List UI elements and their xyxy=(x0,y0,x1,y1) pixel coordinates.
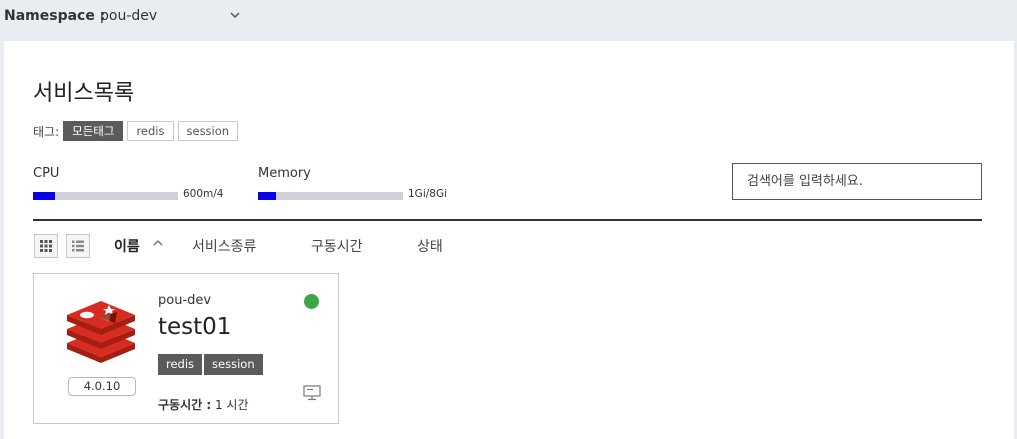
cpu-usage-bar xyxy=(33,192,178,200)
tag-filter-label: 태그: xyxy=(33,124,60,139)
memory-usage: Memory 1Gi/8Gi xyxy=(258,166,447,200)
card-namespace: pou-dev xyxy=(158,293,212,308)
cpu-usage-title: CPU xyxy=(33,166,60,181)
cpu-usage-value: 600m/4 xyxy=(183,188,224,200)
list-view-button[interactable] xyxy=(66,234,90,258)
sort-by-service-type[interactable]: 서비스종류 xyxy=(192,236,256,256)
service-list-panel: 서비스목록 태그: 모든태그 redis session CPU 600m/4 … xyxy=(4,41,1014,439)
memory-usage-value: 1Gi/8Gi xyxy=(408,188,448,200)
card-tag: redis xyxy=(158,354,203,375)
memory-usage-fill xyxy=(258,192,277,200)
grid-icon xyxy=(40,240,52,252)
uptime-label: 구동시간 : xyxy=(158,398,212,412)
tag-filter: 태그: 모든태그 redis session xyxy=(33,120,242,142)
cpu-usage-fill xyxy=(33,192,55,200)
status-indicator xyxy=(304,294,319,309)
list-icon xyxy=(72,240,84,252)
service-card[interactable]: 4.0.10 pou-dev test01 redis session 구동시간… xyxy=(33,273,339,424)
search-input[interactable] xyxy=(732,163,982,200)
memory-usage-title: Memory xyxy=(258,166,311,181)
page-title: 서비스목록 xyxy=(33,81,135,106)
cpu-usage: CPU 600m/4 xyxy=(33,166,224,200)
namespace-value: pou-dev xyxy=(100,8,158,24)
tag-filter-session[interactable]: session xyxy=(177,121,239,141)
card-tags: redis session xyxy=(158,354,265,375)
divider xyxy=(33,219,982,221)
card-uptime: 구동시간 : 1 시간 xyxy=(158,396,249,413)
uptime-value: 1 시간 xyxy=(214,398,249,412)
namespace-bar: Namespace : pou-dev xyxy=(0,0,1017,40)
sort-ascending-icon[interactable] xyxy=(152,237,164,249)
sort-by-status[interactable]: 상태 xyxy=(417,236,443,256)
version-badge: 4.0.10 xyxy=(68,377,136,396)
monitor-icon[interactable] xyxy=(303,385,321,401)
chevron-down-icon xyxy=(230,12,240,19)
redis-logo-icon xyxy=(67,301,135,363)
tag-filter-redis[interactable]: redis xyxy=(127,121,174,141)
sort-by-name[interactable]: 이름 xyxy=(114,236,140,256)
grid-view-button[interactable] xyxy=(34,234,58,258)
tag-filter-all[interactable]: 모든태그 xyxy=(63,121,124,141)
card-service-name: test01 xyxy=(158,314,232,340)
memory-usage-bar xyxy=(258,192,403,200)
card-tag: session xyxy=(204,354,263,375)
namespace-label: Namespace : xyxy=(4,8,106,24)
sort-by-uptime[interactable]: 구동시간 xyxy=(311,236,363,256)
namespace-select[interactable]: pou-dev xyxy=(100,6,245,30)
